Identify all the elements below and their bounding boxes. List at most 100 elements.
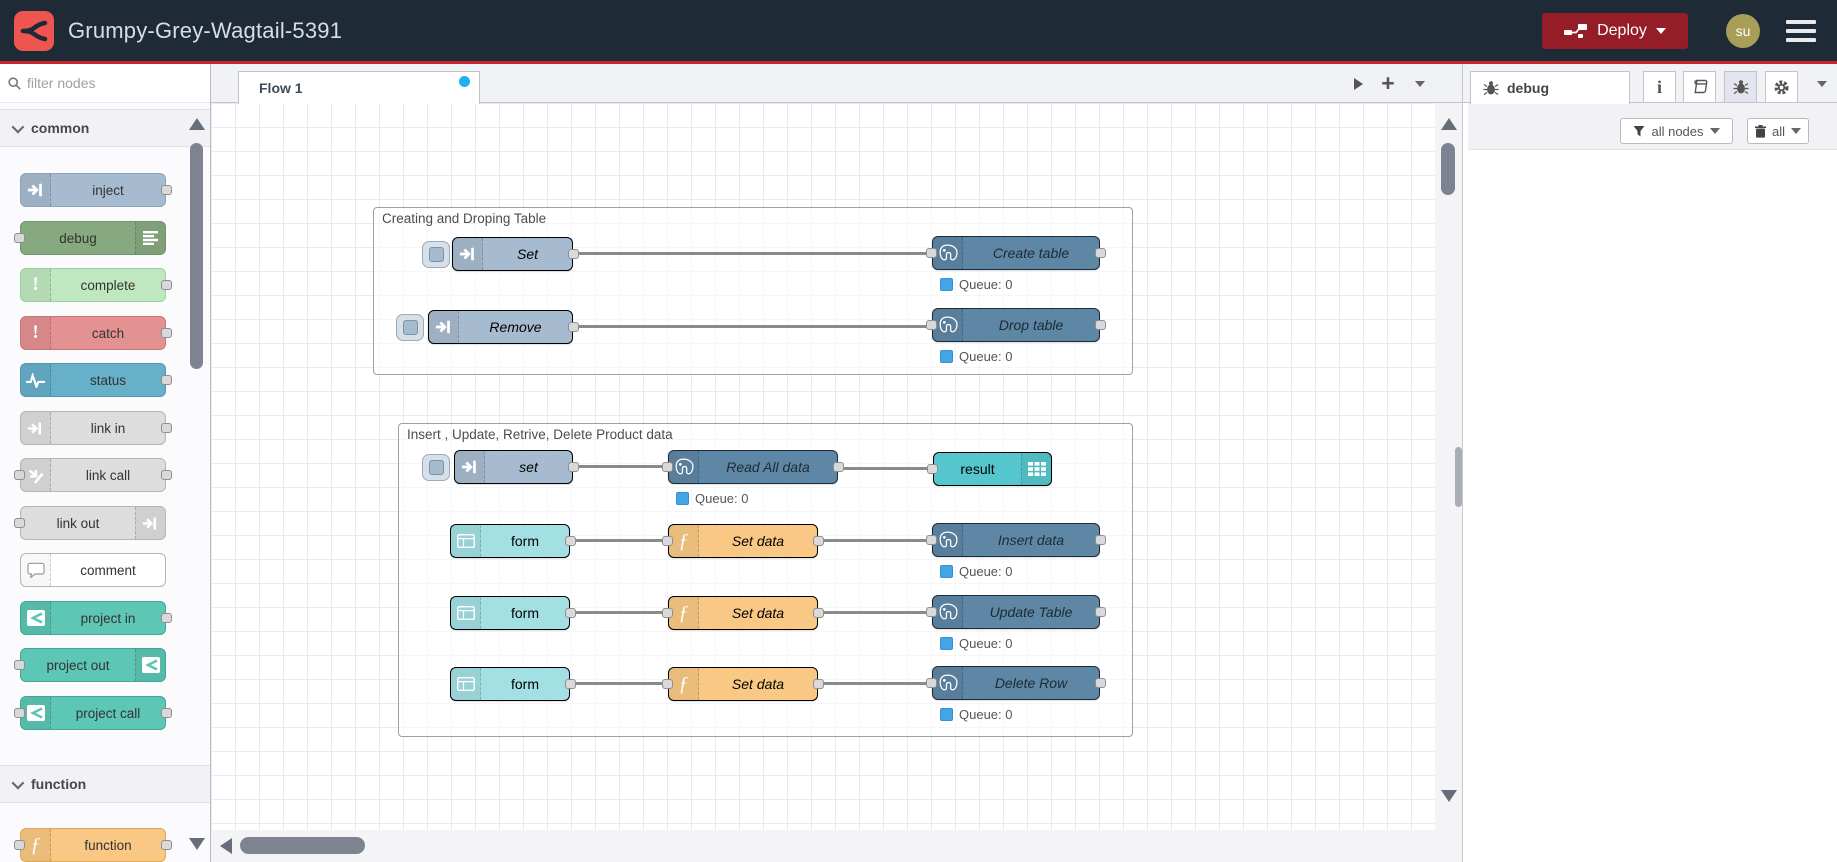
- palette-filter-input[interactable]: [27, 75, 177, 91]
- output-port[interactable]: [565, 608, 576, 618]
- output-port[interactable]: [813, 608, 824, 618]
- canvas-scroll-down-arrow[interactable]: [1441, 790, 1457, 802]
- palette-scrollbar-thumb[interactable]: [190, 143, 203, 369]
- output-port[interactable]: [161, 375, 172, 385]
- output-port[interactable]: [1095, 248, 1106, 258]
- inject-trigger-button[interactable]: [396, 314, 424, 341]
- output-port[interactable]: [833, 462, 844, 472]
- wire[interactable]: [818, 611, 932, 614]
- node-function-set-data[interactable]: ƒ Set data: [662, 667, 824, 701]
- palette-node-complete[interactable]: ! complete: [20, 268, 172, 302]
- canvas-horizontal-thumb[interactable]: [240, 837, 365, 854]
- group-create-drop-table[interactable]: Creating and Droping Table: [373, 207, 1133, 375]
- palette-scroll-down-arrow[interactable]: [189, 838, 205, 850]
- output-port[interactable]: [813, 536, 824, 546]
- input-port[interactable]: [662, 462, 673, 472]
- palette-node-inject[interactable]: inject: [20, 173, 172, 207]
- input-port[interactable]: [926, 607, 937, 617]
- node-inject-remove[interactable]: Remove: [428, 310, 579, 344]
- output-port[interactable]: [161, 185, 172, 195]
- input-port[interactable]: [926, 678, 937, 688]
- node-form[interactable]: form: [450, 596, 576, 630]
- canvas-horizontal-scrollbar[interactable]: [211, 830, 1462, 862]
- config-panel-button[interactable]: [1765, 71, 1798, 103]
- palette-category-function[interactable]: function: [0, 765, 210, 803]
- deploy-button[interactable]: Deploy: [1542, 13, 1688, 49]
- output-port[interactable]: [161, 708, 172, 718]
- input-port[interactable]: [662, 679, 673, 689]
- input-port[interactable]: [927, 464, 938, 474]
- node-postgres-read-all-data[interactable]: Read All data: [662, 450, 844, 484]
- input-port[interactable]: [14, 660, 25, 670]
- debug-message-list[interactable]: [1468, 150, 1837, 862]
- inject-trigger-button[interactable]: [422, 454, 450, 481]
- palette-node-project-out[interactable]: project out: [14, 648, 166, 682]
- deploy-dropdown-icon[interactable]: [1655, 28, 1666, 34]
- wire[interactable]: [570, 539, 668, 542]
- node-inject-set-lower[interactable]: set: [454, 450, 579, 484]
- node-postgres-drop-table[interactable]: Drop table: [926, 308, 1106, 342]
- output-port[interactable]: [161, 840, 172, 850]
- inject-trigger-button[interactable]: [422, 241, 450, 268]
- flow-tab[interactable]: Flow 1: [238, 71, 480, 104]
- input-port[interactable]: [14, 233, 25, 243]
- output-port[interactable]: [161, 280, 172, 290]
- node-form[interactable]: form: [450, 667, 576, 701]
- node-postgres-update-table[interactable]: Update Table: [926, 595, 1106, 629]
- wire[interactable]: [573, 252, 932, 255]
- output-port[interactable]: [813, 679, 824, 689]
- palette-node-link-call[interactable]: link call: [14, 458, 172, 492]
- user-avatar[interactable]: su: [1726, 14, 1760, 48]
- add-flow-button[interactable]: +: [1373, 64, 1403, 103]
- palette-category-common[interactable]: common: [0, 109, 210, 147]
- flow-grid[interactable]: Creating and Droping Table Insert , Upda…: [211, 103, 1435, 830]
- palette-node-link-out[interactable]: link out: [14, 506, 166, 540]
- sidebar-resize-grip[interactable]: [1455, 447, 1462, 507]
- wire[interactable]: [570, 682, 668, 685]
- palette-node-project-in[interactable]: project in: [20, 601, 172, 635]
- wire[interactable]: [570, 611, 668, 614]
- input-port[interactable]: [662, 536, 673, 546]
- palette-node-comment[interactable]: comment: [20, 553, 166, 587]
- output-port[interactable]: [565, 679, 576, 689]
- output-port[interactable]: [565, 536, 576, 546]
- palette-node-status[interactable]: status: [20, 363, 172, 397]
- node-inject-set[interactable]: Set: [452, 237, 579, 271]
- input-port[interactable]: [14, 518, 25, 528]
- palette-node-project-call[interactable]: project call: [14, 696, 172, 730]
- wire[interactable]: [573, 325, 932, 328]
- debug-filter-button[interactable]: all nodes: [1620, 118, 1733, 144]
- output-port[interactable]: [568, 249, 579, 259]
- tab-scroll-right-button[interactable]: [1343, 64, 1373, 103]
- node-function-set-data[interactable]: ƒ Set data: [662, 596, 824, 630]
- wire[interactable]: [818, 539, 932, 542]
- output-port[interactable]: [1095, 607, 1106, 617]
- debug-panel-button[interactable]: [1724, 71, 1757, 103]
- node-postgres-delete-row[interactable]: Delete Row: [926, 666, 1106, 700]
- input-port[interactable]: [662, 608, 673, 618]
- palette-scroll-up-arrow[interactable]: [189, 118, 205, 130]
- wire[interactable]: [573, 465, 668, 468]
- info-panel-button[interactable]: i: [1643, 71, 1676, 103]
- node-function-set-data[interactable]: ƒ Set data: [662, 524, 824, 558]
- output-port[interactable]: [1095, 320, 1106, 330]
- palette-node-catch[interactable]: ! catch: [20, 316, 172, 350]
- input-port[interactable]: [14, 708, 25, 718]
- palette-node-link-in[interactable]: link in: [20, 411, 172, 445]
- palette-node-function[interactable]: ƒ function: [14, 828, 172, 862]
- input-port[interactable]: [14, 470, 25, 480]
- help-panel-button[interactable]: [1683, 71, 1716, 103]
- palette-node-debug[interactable]: debug: [14, 221, 166, 255]
- canvas-scroll-left-arrow[interactable]: [220, 838, 232, 854]
- output-port[interactable]: [161, 328, 172, 338]
- node-postgres-insert-data[interactable]: Insert data: [926, 523, 1106, 557]
- input-port[interactable]: [926, 535, 937, 545]
- node-postgres-create-table[interactable]: Create table: [926, 236, 1106, 270]
- output-port[interactable]: [161, 423, 172, 433]
- input-port[interactable]: [14, 840, 25, 850]
- output-port[interactable]: [1095, 535, 1106, 545]
- main-menu-button[interactable]: [1786, 20, 1816, 42]
- debug-clear-button[interactable]: all: [1747, 118, 1809, 144]
- output-port[interactable]: [568, 462, 579, 472]
- node-table-result[interactable]: result: [927, 452, 1052, 486]
